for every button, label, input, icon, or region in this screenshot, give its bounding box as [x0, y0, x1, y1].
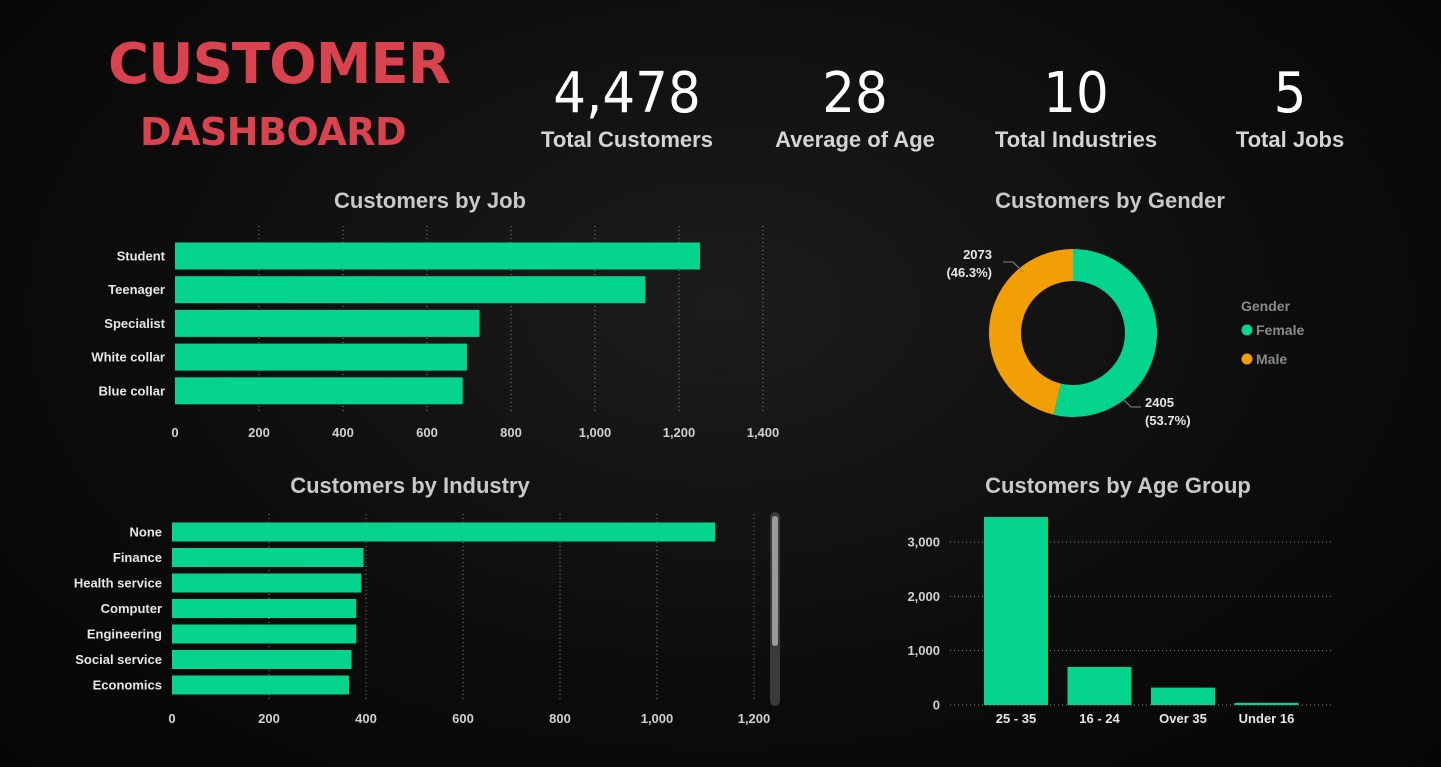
x-tick-label: 400	[332, 425, 354, 440]
bar[interactable]	[1067, 666, 1132, 705]
y-tick-label: 2,000	[907, 589, 940, 604]
category-label: Specialist	[104, 316, 165, 331]
category-label: 25 - 35	[996, 711, 1036, 726]
data-label: (53.7%)	[1145, 413, 1191, 428]
bar[interactable]	[172, 650, 352, 669]
legend-title: Gender	[1241, 298, 1291, 314]
x-tick-label: 200	[258, 711, 280, 726]
legend-label[interactable]: Male	[1256, 351, 1287, 367]
y-tick-label: 1,000	[907, 643, 940, 658]
bar[interactable]	[172, 573, 362, 593]
charts-canvas: 0 200 400 600 800 1,000 1,200 1,400 Student Teena…	[74, 226, 1334, 726]
bar[interactable]	[172, 522, 716, 542]
bar[interactable]	[172, 624, 357, 644]
bar[interactable]	[175, 242, 700, 270]
legend-marker	[1241, 324, 1253, 336]
category-label: None	[130, 525, 163, 540]
y-tick-label: 0	[933, 698, 940, 713]
x-tick-label: 1,000	[641, 711, 674, 726]
legend-label[interactable]: Female	[1256, 322, 1304, 338]
category-label: Over 35	[1159, 711, 1207, 726]
age-group-bar-chart: 0 1,000 2,000 3,000 25 - 35 16 - 24 Over 35 Und…	[907, 517, 1334, 726]
x-tick-label: 800	[500, 425, 522, 440]
x-tick-label: 600	[452, 711, 474, 726]
job-bar-chart: 0 200 400 600 800 1,000 1,200 1,400 Student Teena…	[91, 226, 779, 440]
x-tick-label: 800	[549, 711, 571, 726]
x-tick-label: 1,200	[738, 711, 771, 726]
category-label: Teenager	[108, 282, 165, 297]
x-tick-label: 1,400	[747, 425, 780, 440]
x-tick-label: 1,000	[579, 425, 612, 440]
category-label: Blue collar	[99, 383, 165, 398]
bar[interactable]	[1234, 702, 1299, 705]
legend-marker	[1241, 353, 1253, 365]
category-label: Student	[117, 249, 166, 264]
x-tick-label: 600	[416, 425, 438, 440]
category-label: Finance	[113, 550, 162, 565]
category-label: Health service	[74, 576, 162, 591]
bar[interactable]	[175, 309, 480, 337]
bar[interactable]	[175, 343, 467, 371]
x-tick-label: 200	[248, 425, 270, 440]
x-tick-label: 0	[171, 425, 178, 440]
category-label: 16 - 24	[1079, 711, 1120, 726]
gender-donut-chart: 2405 (53.7%) 2073 (46.3%) Gender Female Male	[946, 247, 1304, 428]
category-label: Computer	[101, 601, 162, 616]
industry-bar-chart: 0 200 400 600 800 1,000 1,200 None Finance Health…	[74, 514, 770, 726]
bar[interactable]	[984, 517, 1048, 705]
category-label: Economics	[93, 678, 162, 693]
data-label: (46.3%)	[946, 265, 992, 280]
data-label: 2405	[1145, 395, 1174, 410]
industry-scrollbar-thumb[interactable]	[772, 516, 778, 646]
category-label: Engineering	[87, 627, 162, 642]
x-tick-label: 1,200	[663, 425, 696, 440]
bar[interactable]	[172, 675, 350, 695]
x-tick-label: 400	[355, 711, 377, 726]
y-tick-label: 3,000	[907, 535, 940, 550]
bar[interactable]	[1151, 687, 1215, 705]
bar[interactable]	[175, 377, 463, 405]
category-label: Under 16	[1239, 711, 1295, 726]
category-label: Social service	[75, 652, 162, 667]
data-label: 2073	[963, 247, 992, 262]
x-tick-label: 0	[168, 711, 175, 726]
bar[interactable]	[172, 599, 357, 618]
bar[interactable]	[175, 276, 646, 304]
bar[interactable]	[172, 548, 364, 567]
category-label: White collar	[91, 350, 165, 365]
